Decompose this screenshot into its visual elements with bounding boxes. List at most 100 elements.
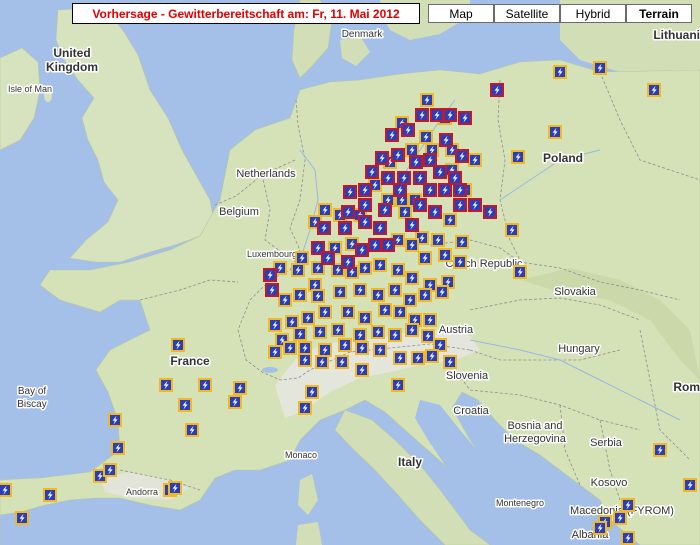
thunderstorm-marker-weak[interactable] [405,323,419,337]
thunderstorm-marker-weak[interactable] [405,143,419,157]
thunderstorm-marker-weak[interactable] [108,413,122,427]
thunderstorm-marker-strong[interactable] [428,205,442,219]
thunderstorm-marker-strong[interactable] [439,133,453,147]
thunderstorm-marker-strong[interactable] [373,221,387,235]
thunderstorm-marker-strong[interactable] [368,238,382,252]
thunderstorm-marker-strong[interactable] [453,183,467,197]
thunderstorm-marker-weak[interactable] [420,93,434,107]
map-type-map-button[interactable]: Map [428,4,494,23]
thunderstorm-marker-weak[interactable] [198,378,212,392]
thunderstorm-marker-weak[interactable] [418,251,432,265]
map-type-hybrid-button[interactable]: Hybrid [560,4,626,23]
thunderstorm-marker-weak[interactable] [168,481,182,495]
thunderstorm-marker-weak[interactable] [355,363,369,377]
thunderstorm-marker-weak[interactable] [421,329,435,343]
thunderstorm-marker-weak[interactable] [373,258,387,272]
thunderstorm-marker-weak[interactable] [431,233,445,247]
thunderstorm-marker-weak[interactable] [398,205,412,219]
thunderstorm-marker-strong[interactable] [358,215,372,229]
thunderstorm-marker-weak[interactable] [278,293,292,307]
thunderstorm-marker-weak[interactable] [159,378,173,392]
thunderstorm-marker-strong[interactable] [338,221,352,235]
thunderstorm-marker-strong[interactable] [317,221,331,235]
thunderstorm-marker-strong[interactable] [263,268,277,282]
thunderstorm-marker-strong[interactable] [468,198,482,212]
thunderstorm-marker-weak[interactable] [613,511,627,525]
thunderstorm-marker-weak[interactable] [298,401,312,415]
thunderstorm-marker-weak[interactable] [468,153,482,167]
thunderstorm-marker-strong[interactable] [401,123,415,137]
thunderstorm-marker-weak[interactable] [403,293,417,307]
thunderstorm-marker-strong[interactable] [423,153,437,167]
thunderstorm-marker-weak[interactable] [291,263,305,277]
thunderstorm-marker-weak[interactable] [378,303,392,317]
thunderstorm-marker-strong[interactable] [423,183,437,197]
thunderstorm-marker-weak[interactable] [283,341,297,355]
thunderstorm-marker-strong[interactable] [415,108,429,122]
thunderstorm-marker-strong[interactable] [397,171,411,185]
thunderstorm-marker-weak[interactable] [285,315,299,329]
thunderstorm-marker-weak[interactable] [435,285,449,299]
thunderstorm-marker-weak[interactable] [331,323,345,337]
thunderstorm-marker-strong[interactable] [378,203,392,217]
thunderstorm-marker-weak[interactable] [388,328,402,342]
thunderstorm-marker-strong[interactable] [391,148,405,162]
thunderstorm-marker-weak[interactable] [505,223,519,237]
thunderstorm-marker-weak[interactable] [391,263,405,277]
thunderstorm-marker-weak[interactable] [268,318,282,332]
thunderstorm-marker-weak[interactable] [338,338,352,352]
thunderstorm-marker-strong[interactable] [405,218,419,232]
thunderstorm-marker-strong[interactable] [381,171,395,185]
thunderstorm-marker-strong[interactable] [375,151,389,165]
thunderstorm-marker-weak[interactable] [411,351,425,365]
thunderstorm-marker-weak[interactable] [318,305,332,319]
thunderstorm-marker-weak[interactable] [295,251,309,265]
thunderstorm-marker-weak[interactable] [293,288,307,302]
thunderstorm-marker-weak[interactable] [653,443,667,457]
thunderstorm-marker-weak[interactable] [313,325,327,339]
thunderstorm-marker-weak[interactable] [423,313,437,327]
thunderstorm-marker-weak[interactable] [358,311,372,325]
thunderstorm-marker-weak[interactable] [318,203,332,217]
thunderstorm-marker-strong[interactable] [341,255,355,269]
thunderstorm-marker-strong[interactable] [458,111,472,125]
thunderstorm-marker-weak[interactable] [311,289,325,303]
thunderstorm-marker-strong[interactable] [455,149,469,163]
thunderstorm-marker-strong[interactable] [321,251,335,265]
thunderstorm-marker-weak[interactable] [301,311,315,325]
thunderstorm-marker-strong[interactable] [265,283,279,297]
thunderstorm-marker-weak[interactable] [333,285,347,299]
thunderstorm-marker-weak[interactable] [298,341,312,355]
thunderstorm-marker-weak[interactable] [425,349,439,363]
thunderstorm-marker-weak[interactable] [371,288,385,302]
thunderstorm-marker-strong[interactable] [393,183,407,197]
thunderstorm-marker-strong[interactable] [358,198,372,212]
thunderstorm-marker-strong[interactable] [413,171,427,185]
thunderstorm-marker-strong[interactable] [358,183,372,197]
thunderstorm-marker-weak[interactable] [341,305,355,319]
thunderstorm-marker-weak[interactable] [513,265,527,279]
thunderstorm-marker-weak[interactable] [621,531,635,545]
thunderstorm-marker-weak[interactable] [443,355,457,369]
thunderstorm-marker-strong[interactable] [355,243,369,257]
thunderstorm-marker-weak[interactable] [298,353,312,367]
thunderstorm-marker-weak[interactable] [355,341,369,355]
thunderstorm-marker-weak[interactable] [318,343,332,357]
map-type-terrain-button[interactable]: Terrain [626,4,692,23]
thunderstorm-marker-weak[interactable] [233,381,247,395]
thunderstorm-marker-weak[interactable] [553,65,567,79]
thunderstorm-marker-strong[interactable] [343,185,357,199]
thunderstorm-marker-strong[interactable] [413,198,427,212]
thunderstorm-marker-weak[interactable] [443,213,457,227]
thunderstorm-marker-weak[interactable] [15,511,29,525]
thunderstorm-marker-strong[interactable] [433,165,447,179]
thunderstorm-marker-weak[interactable] [683,478,697,492]
thunderstorm-marker-strong[interactable] [409,155,423,169]
thunderstorm-marker-weak[interactable] [548,125,562,139]
thunderstorm-marker-weak[interactable] [453,255,467,269]
terrain-map[interactable]: United Kingdom Isle of Man Denmark Lithu… [0,0,700,545]
thunderstorm-marker-strong[interactable] [365,165,379,179]
thunderstorm-marker-weak[interactable] [593,521,607,535]
thunderstorm-marker-weak[interactable] [353,283,367,297]
thunderstorm-marker-weak[interactable] [111,441,125,455]
